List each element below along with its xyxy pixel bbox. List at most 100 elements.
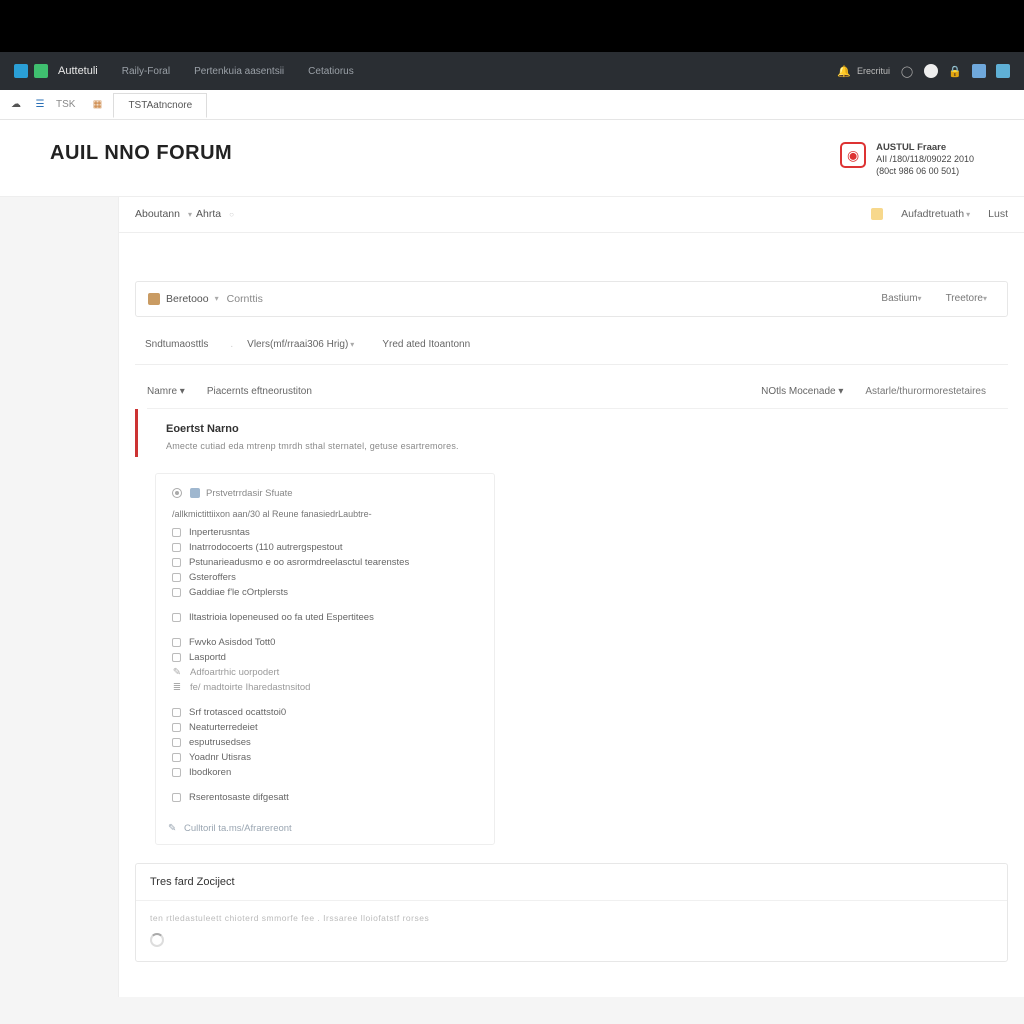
section-title: Eoertst Narno <box>166 423 996 435</box>
tab-1[interactable]: Sndtumaosttls <box>135 327 218 362</box>
crumb-1[interactable]: Aboutann <box>135 208 180 220</box>
bell-icon[interactable]: 🔔 <box>837 64 851 78</box>
window-titlebar <box>0 0 1024 52</box>
checkbox[interactable] <box>172 793 181 802</box>
opt-label: esputrusedses <box>189 737 251 748</box>
panel-footer[interactable]: Culltoril ta.ms/Afrarereont <box>184 823 292 834</box>
checkbox[interactable] <box>172 653 181 662</box>
crumb-2[interactable]: Ahrta <box>196 208 221 220</box>
breadcrumb: Aboutann ▾ Ahrta ○ Aufadtretuath ▾ Lust <box>119 197 1024 233</box>
opt-label: Lasportd <box>189 652 226 663</box>
toolbar-right-2[interactable]: Treetore <box>946 293 983 304</box>
chevron-down-icon: ▾ <box>188 210 192 219</box>
checkbox[interactable] <box>172 588 181 597</box>
folder-icon <box>148 293 160 305</box>
org-line-2: (80ct 986 06 00 501) <box>876 166 974 178</box>
opt-label: Yoadnr Utisras <box>189 752 251 763</box>
panel-intro: /allkmictittiixon aan/30 al Reune fanasi… <box>172 509 478 519</box>
opt-label: Srf trotasced ocattstoi0 <box>189 707 286 718</box>
tab-3[interactable]: Yred ated Itoantonn <box>372 327 480 362</box>
section-desc: Amecte cutiad eda mtrenp tmrdh sthal ste… <box>166 441 996 451</box>
org-name: AUSTUL Fraare <box>876 142 974 154</box>
left-gutter <box>0 197 118 997</box>
options-panel: Prstvetrrdasir Sfuate /allkmictittiixon … <box>155 473 495 845</box>
tab-strip: ☁ ☰ TSK ▦ TSTAatncnore <box>0 90 1024 120</box>
sub-label[interactable]: Adfoartrhic uorpodert <box>190 667 279 678</box>
opt-label: Rserentosaste difgesatt <box>189 792 289 803</box>
col-name[interactable]: Namre ▾ <box>147 386 185 397</box>
cloud-icon[interactable]: ☁ <box>8 97 24 113</box>
spinner-icon <box>150 933 164 947</box>
checkbox[interactable] <box>172 573 181 582</box>
opt-label: Iltastrioia lopeneused oo fa uted Espert… <box>189 612 374 623</box>
checkbox[interactable] <box>172 753 181 762</box>
nav-link-3[interactable]: Cetatiorus <box>308 66 354 77</box>
toolbar-item-1[interactable]: Beretooo <box>166 293 209 305</box>
toolbar-right-1[interactable]: Bastium <box>881 293 917 304</box>
page-title: AUIL NNO FORUM <box>50 142 232 165</box>
checkbox[interactable] <box>172 738 181 747</box>
opt-label: Neaturterredeiet <box>189 722 258 733</box>
opt-label: Inperterusntas <box>189 527 250 538</box>
opt-label: Pstunarieadusmo e oo asrormdreelasctul t… <box>189 557 409 568</box>
column-headers: Namre ▾ Piacernts eftneorustiton NOtls M… <box>147 375 1008 409</box>
lock-icon[interactable]: 🔒 <box>948 64 962 78</box>
col-right-1[interactable]: NOtls Mocenade ▾ <box>761 386 843 397</box>
toolbar-item-2[interactable]: Cornttis <box>227 293 263 305</box>
link-icon: ✎ <box>168 823 178 833</box>
note-icon: ✎ <box>172 667 182 677</box>
chevron-down-icon: ▾ <box>966 210 970 219</box>
checkbox[interactable] <box>172 768 181 777</box>
opt-label: Inatrrodocoerts (110 autrergspestout <box>189 542 343 553</box>
main-column: Aboutann ▾ Ahrta ○ Aufadtretuath ▾ Lust … <box>118 197 1024 997</box>
lower-card: Tres fard Zociject ten rtledastuleett ch… <box>135 863 1008 962</box>
org-block: ◉ AUSTUL Fraare AII /180/118/09022 2010 … <box>840 142 974 178</box>
org-pin-icon: ◉ <box>840 142 866 168</box>
doc-icon <box>190 488 200 498</box>
chevron-down-icon: ▾ <box>918 294 922 303</box>
grid-icon[interactable]: ▦ <box>89 97 105 113</box>
status-label: Erecritui <box>857 66 890 76</box>
chevron-down-icon: ▾ <box>983 294 987 303</box>
tab-active[interactable]: TSTAatncnore <box>113 93 207 118</box>
col-right-2[interactable]: Astarle/thurormorestetaires <box>865 386 986 397</box>
crumb-last[interactable]: Lust <box>988 208 1008 220</box>
user-avatar-icon[interactable] <box>924 64 938 78</box>
toolbar: Beretooo ▾ Cornttis Bastium ▾ Treetore ▾ <box>135 281 1008 317</box>
globe-icon[interactable]: ◯ <box>900 64 914 78</box>
checkbox[interactable] <box>172 638 181 647</box>
global-nav: Auttetuli Raily-Foral Pertenkuia aasents… <box>0 52 1024 90</box>
lower-title: Tres fard Zociject <box>136 864 1007 901</box>
layers-icon: ≣ <box>172 682 182 692</box>
checkbox[interactable] <box>172 558 181 567</box>
app-logo-icon <box>14 64 28 78</box>
nav-link-1[interactable]: Raily-Foral <box>122 66 170 77</box>
checkbox[interactable] <box>172 528 181 537</box>
opt-label: Gsteroffers <box>189 572 236 583</box>
flag-icon[interactable] <box>996 64 1010 78</box>
opt-label: Ibodkoren <box>189 767 231 778</box>
sub-link-1[interactable]: TSK <box>56 99 75 110</box>
target-icon <box>172 488 182 498</box>
checkbox[interactable] <box>172 708 181 717</box>
org-line-1: AII /180/118/09022 2010 <box>876 154 974 166</box>
list-icon[interactable]: ☰ <box>32 97 48 113</box>
nav-link-2[interactable]: Pertenkuia aasentsii <box>194 66 284 77</box>
lower-note: ten rtledastuleett chioterd smmorfe fee … <box>150 913 993 923</box>
sub-label[interactable]: fe/ madtoirte Iharedastnsitod <box>190 682 310 693</box>
pill-icon[interactable] <box>972 64 986 78</box>
user-chip-icon <box>871 208 883 220</box>
checkbox[interactable] <box>172 613 181 622</box>
chevron-down-icon: ▾ <box>215 294 219 303</box>
col-desc[interactable]: Piacernts eftneorustiton <box>207 386 312 397</box>
checkbox[interactable] <box>172 543 181 552</box>
content-tabs: Sndtumaosttls . Vlers(mf/rraai306 Hrig)▾… <box>135 325 1008 365</box>
panel-title: Prstvetrrdasir Sfuate <box>206 488 293 499</box>
tab-2[interactable]: Vlers(mf/rraai306 Hrig)▾ <box>237 327 364 362</box>
checkbox[interactable] <box>172 723 181 732</box>
brand-label: Auttetuli <box>58 65 98 77</box>
page-header: AUIL NNO FORUM ◉ AUSTUL Fraare AII /180/… <box>0 120 1024 197</box>
crumb-user[interactable]: Aufadtretuath <box>901 208 964 220</box>
opt-label: Fwvko Asisdod Tott0 <box>189 637 275 648</box>
section-header: Eoertst Narno Amecte cutiad eda mtrenp t… <box>135 409 1024 457</box>
